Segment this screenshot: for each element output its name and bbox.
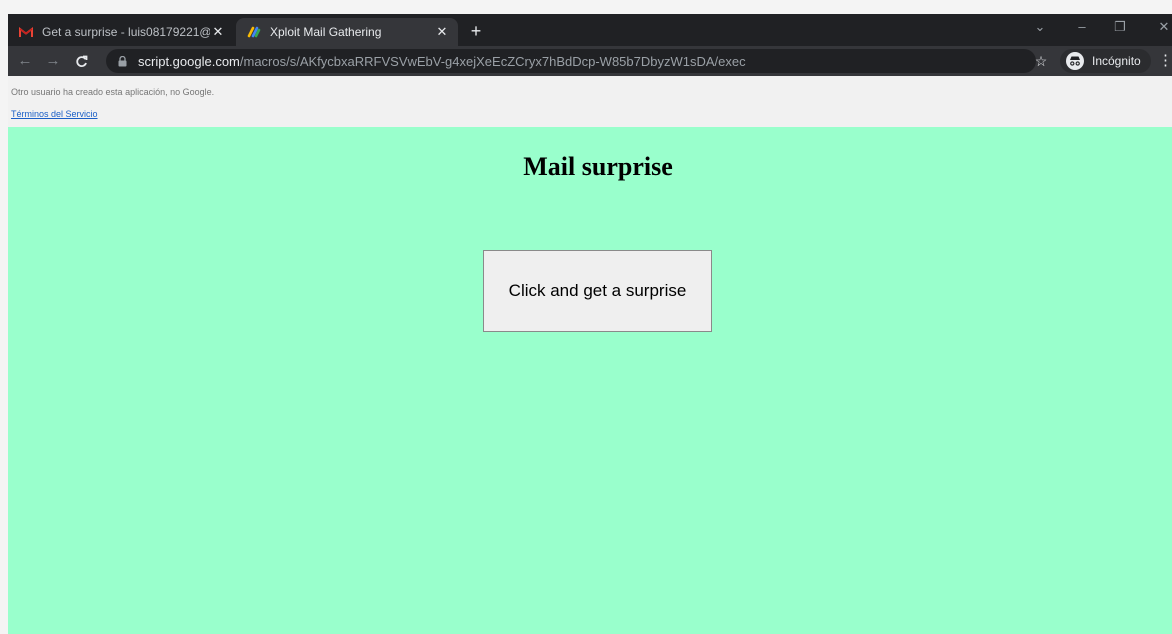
tab-xploit-mail-gathering[interactable]: Xploit Mail Gathering ✕ [236, 18, 458, 46]
tab-strip: Get a surprise - luis08179221@g ✕ Xploit… [8, 14, 1172, 46]
close-window-button[interactable]: ✕ [1146, 14, 1172, 40]
page-title: Mail surprise [523, 152, 673, 181]
notice-message: Otro usuario ha creado esta aplicación, … [11, 87, 215, 97]
minimize-button[interactable]: – [1064, 14, 1100, 40]
tab-title: Get a surprise - luis08179221@g [42, 25, 210, 39]
tab-search-icon[interactable]: ⌄ [1022, 14, 1058, 40]
apps-script-icon [246, 24, 262, 40]
close-tab-icon[interactable]: ✕ [434, 24, 450, 40]
back-arrow-icon[interactable]: ← [14, 50, 36, 72]
reload-icon[interactable] [70, 50, 92, 72]
more-menu-icon[interactable]: ⋮ [1158, 50, 1172, 72]
apps-script-notice: Otro usuario ha creado esta aplicación, … [8, 76, 1172, 128]
lock-icon[interactable] [118, 55, 128, 67]
browser-window: Get a surprise - luis08179221@g ✕ Xploit… [8, 14, 1172, 634]
surprise-button[interactable]: Click and get a surprise [483, 250, 712, 332]
incognito-icon [1066, 52, 1084, 70]
profile-label: Incógnito [1092, 54, 1141, 68]
close-tab-icon[interactable]: ✕ [210, 24, 226, 40]
forward-arrow-icon[interactable]: → [42, 50, 64, 72]
browser-toolbar: ← → script.google.com/macros/s/AKfycbxaR… [8, 46, 1172, 76]
tab-get-a-surprise[interactable]: Get a surprise - luis08179221@g ✕ [8, 18, 234, 46]
url-host: script.google.com [138, 53, 240, 69]
address-bar[interactable]: script.google.com/macros/s/AKfycbxaRRFVS… [106, 49, 1036, 73]
gmail-icon [18, 24, 34, 40]
bookmark-star-icon[interactable]: ☆ [1030, 50, 1052, 72]
incognito-profile-button[interactable]: Incógnito [1060, 49, 1151, 73]
url-path: /macros/s/AKfycbxaRRFVSVwEbV-g4xejXeEcZC… [239, 53, 746, 69]
page-content: Mail surprise Click and get a surprise [8, 127, 1172, 634]
terms-of-service-link[interactable]: Términos del Servicio [11, 109, 98, 119]
restore-button[interactable]: ❐ [1102, 14, 1138, 40]
tab-title: Xploit Mail Gathering [270, 25, 382, 39]
new-tab-button[interactable]: + [464, 20, 488, 44]
